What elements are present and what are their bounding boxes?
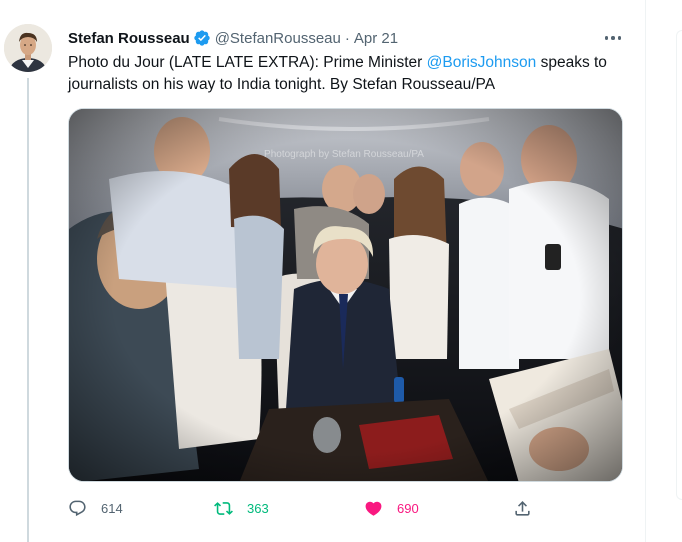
retweet-arrows-icon [214, 501, 233, 515]
tweet-header: Stefan Rousseau @StefanRousseau · Apr 21 [68, 28, 398, 48]
heart-filled-icon [365, 501, 382, 516]
tweet-photo[interactable]: Photograph by Stefan Rousseau/PA [68, 108, 623, 482]
more-dots-icon [604, 36, 609, 40]
like-count: 690 [397, 500, 419, 516]
tweet-date[interactable]: Apr 21 [354, 30, 398, 47]
verified-badge-icon [194, 30, 210, 46]
author-avatar[interactable] [4, 24, 52, 72]
avatar-photo [4, 24, 52, 72]
mention-link[interactable]: @BorisJohnson [427, 54, 537, 71]
photo-watermark: Photograph by Stefan Rousseau/PA [264, 149, 424, 160]
more-dots-icon [617, 36, 622, 40]
author-handle[interactable]: @StefanRousseau [215, 30, 341, 47]
reply-count: 614 [101, 500, 123, 516]
reply-button[interactable]: 614 [68, 496, 123, 520]
more-options-button[interactable] [596, 26, 630, 50]
header-separator: · [344, 29, 350, 47]
author-name[interactable]: Stefan Rousseau [68, 30, 190, 47]
photo-cabin-scene: Photograph by Stefan Rousseau/PA [69, 109, 622, 481]
share-button[interactable] [513, 496, 532, 520]
thread-line [27, 78, 29, 542]
more-dots-icon [611, 36, 615, 40]
like-button[interactable]: 690 [364, 496, 419, 520]
tweet-text: Photo du Jour (LATE LATE EXTRA): Prime M… [68, 52, 628, 96]
retweet-count: 363 [247, 500, 269, 516]
reply-bubble-icon [69, 500, 86, 516]
tweet-text-before: Photo du Jour (LATE LATE EXTRA): Prime M… [68, 54, 427, 71]
sidebar-edge [676, 30, 682, 500]
share-upload-icon [515, 500, 530, 516]
tweet-actions: 614 363 690 [68, 496, 548, 520]
column-divider [645, 0, 646, 542]
retweet-button[interactable]: 363 [214, 496, 269, 520]
